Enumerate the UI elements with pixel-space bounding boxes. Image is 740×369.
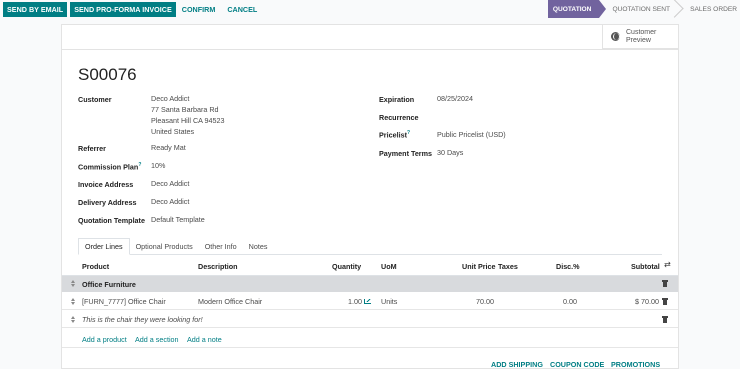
promotions-button[interactable]: PROMOTIONS <box>611 360 660 369</box>
drag-handle-icon[interactable] <box>71 280 76 287</box>
referrer-field[interactable]: Ready Mat <box>151 142 186 153</box>
tab-other-info[interactable]: Other Info <box>198 238 243 255</box>
expiration-label: Expiration <box>379 95 415 104</box>
header-divider <box>62 49 678 50</box>
customer-city: Pleasant Hill CA 94523 <box>151 116 225 125</box>
tab-order-lines[interactable]: Order Lines <box>78 238 130 255</box>
quotation-template-label: Quotation Template <box>78 216 145 225</box>
commission-plan-field[interactable]: 10% <box>151 160 165 171</box>
section-row[interactable]: Office Furniture <box>62 276 678 292</box>
footer-divider <box>62 347 678 348</box>
add-section-link[interactable]: Add a section <box>135 335 179 344</box>
order-name: S00076 <box>78 65 137 84</box>
invoice-address-field[interactable]: Deco Addict <box>151 178 189 189</box>
line-subtotal: $ 70.00 <box>635 297 659 306</box>
line-unit-price[interactable]: 70.00 <box>476 297 494 306</box>
col-uom[interactable]: UoM <box>381 262 397 271</box>
globe-icon <box>611 32 620 41</box>
stage-sales-order[interactable]: SALES ORDER <box>678 0 740 18</box>
stage-quotation[interactable]: QUOTATION <box>547 0 606 18</box>
line-description[interactable]: Modern Office Chair <box>198 297 262 306</box>
section-name[interactable]: Office Furniture <box>82 280 136 289</box>
payment-terms-label: Payment Terms <box>379 149 432 158</box>
cancel-button[interactable]: CANCEL <box>221 2 263 17</box>
trash-icon[interactable] <box>662 298 668 305</box>
drag-handle-icon[interactable] <box>71 298 76 305</box>
customer-preview-label: Customer Preview <box>626 29 656 45</box>
add-note-link[interactable]: Add a note <box>187 335 222 344</box>
expiration-field[interactable]: 08/25/2024 <box>437 93 473 104</box>
optional-columns-icon[interactable] <box>664 260 672 270</box>
col-quantity[interactable]: Quantity <box>332 262 361 271</box>
stage-quotation-sent[interactable]: QUOTATION SENT <box>599 0 678 18</box>
col-discount[interactable]: Disc.% <box>556 262 580 271</box>
status-bar: QUOTATION QUOTATION SENT SALES ORDER <box>547 0 740 18</box>
tab-notes[interactable]: Notes <box>242 238 274 255</box>
form-sheet: Customer Preview S00076 Customer Deco Ad… <box>61 24 679 369</box>
line-note[interactable]: This is the chair they were looking for! <box>82 315 203 324</box>
confirm-button[interactable]: CONFIRM <box>176 2 222 17</box>
tab-optional-products[interactable]: Optional Products <box>129 238 199 255</box>
line-discount[interactable]: 0.00 <box>563 297 577 306</box>
add-shipping-button[interactable]: ADD SHIPPING <box>491 360 543 369</box>
coupon-code-button[interactable]: COUPON CODE <box>550 360 604 369</box>
customer-street: 77 Santa Barbara Rd <box>151 105 219 114</box>
pricelist-label-text: Pricelist <box>379 130 407 140</box>
line-quantity[interactable]: 1.00 <box>348 297 362 306</box>
preview-line2: Preview <box>626 36 651 44</box>
recurrence-label: Recurrence <box>379 113 419 122</box>
line-uom[interactable]: Units <box>381 297 397 306</box>
invoice-address-label: Invoice Address <box>78 180 134 189</box>
add-product-link[interactable]: Add a product <box>82 335 127 344</box>
referrer-label: Referrer <box>78 144 106 153</box>
quotation-template-field[interactable]: Default Template <box>151 214 205 225</box>
table-row[interactable]: [FURN_7777] Office Chair Modern Office C… <box>62 292 678 310</box>
preview-line1: Customer <box>626 28 657 36</box>
col-description[interactable]: Description <box>198 262 238 271</box>
delivery-address-label: Delivery Address <box>78 198 137 207</box>
line-product[interactable]: [FURN_7777] Office Chair <box>82 297 166 306</box>
col-product[interactable]: Product <box>82 262 109 271</box>
col-taxes[interactable]: Taxes <box>498 262 518 271</box>
notebook-tabs: Order Lines Optional Products Other Info… <box>78 238 274 255</box>
col-subtotal[interactable]: Subtotal <box>631 262 660 271</box>
drag-handle-icon[interactable] <box>71 316 76 323</box>
commission-help-icon[interactable]: ? <box>138 162 141 168</box>
delivery-address-field[interactable]: Deco Addict <box>151 196 189 207</box>
customer-label: Customer <box>78 95 112 104</box>
recurrence-field[interactable] <box>437 111 587 122</box>
pricelist-field[interactable]: Public Pricelist (USD) <box>437 129 506 140</box>
forecast-chart-icon[interactable] <box>364 299 371 304</box>
pricelist-label: Pricelist? <box>379 130 410 139</box>
trash-icon[interactable] <box>662 280 668 287</box>
customer-country: United States <box>151 127 195 136</box>
customer-preview-button[interactable]: Customer Preview <box>602 25 678 49</box>
customer-name[interactable]: Deco Addict <box>151 93 189 104</box>
send-by-email-button[interactable]: SEND BY EMAIL <box>3 1 68 17</box>
send-pro-forma-button[interactable]: SEND PRO-FORMA INVOICE <box>70 1 176 17</box>
commission-plan-label: Commission Plan? <box>78 162 141 171</box>
trash-icon[interactable] <box>662 316 668 323</box>
payment-terms-field[interactable]: 30 Days <box>437 147 463 158</box>
col-unit-price[interactable]: Unit Price <box>462 262 496 271</box>
pricelist-help-icon[interactable]: ? <box>407 130 410 136</box>
commission-plan-label-text: Commission Plan <box>78 162 139 172</box>
table-row[interactable]: This is the chair they were looking for! <box>62 310 678 328</box>
